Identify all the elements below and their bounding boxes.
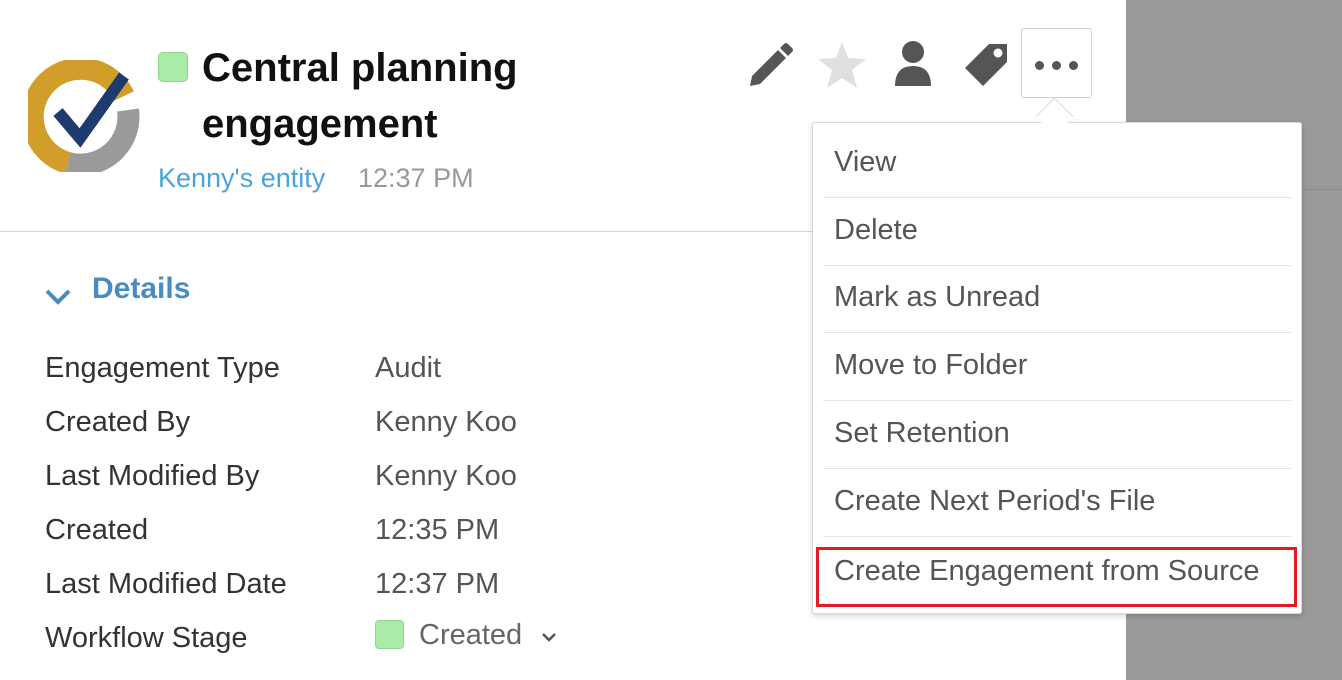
property-label: Created [45,514,149,546]
menu-item-label: Move to Folder [834,349,1028,381]
property-value: Kenny Koo [375,460,517,492]
menu-item-view[interactable]: View [823,131,1291,198]
menu-item-label: Mark as Unread [834,281,1041,313]
chevron-down-icon[interactable] [44,278,72,314]
more-icon [1035,61,1044,70]
workflow-status-indicator [375,620,404,649]
more-icon-dot [1069,61,1078,70]
more-icon-dot [1052,61,1061,70]
menu-item-create-next-period-file[interactable]: Create Next Period's File [823,470,1291,537]
menu-item-move-to-folder[interactable]: Move to Folder [823,334,1291,401]
more-options-menu: View Delete Mark as Unread Move to Folde… [812,122,1302,614]
menu-item-label: Create Next Period's File [834,485,1156,517]
pencil-icon[interactable] [746,40,794,88]
modified-time: 12:37 PM [358,163,474,193]
workflow-stage-dropdown[interactable]: Created [419,619,522,652]
title-line-1: Central planning [202,46,518,90]
property-value: Audit [375,352,442,384]
menu-item-label: Set Retention [834,417,1010,449]
property-label: Last Modified By [45,460,260,492]
chevron-down-icon[interactable] [540,630,558,644]
property-value: 12:37 PM [375,568,500,600]
menu-item-label: View [834,146,897,178]
entity-link[interactable]: Kenny's entity [158,163,325,194]
menu-item-delete[interactable]: Delete [823,199,1291,266]
tag-icon[interactable] [963,42,1009,88]
status-indicator [158,52,188,82]
user-icon[interactable] [893,40,933,88]
highlight-box [816,547,1297,607]
property-value: Kenny Koo [375,406,517,438]
engagement-logo-icon [28,60,140,172]
details-toggle[interactable]: Details [92,272,190,306]
property-label: Created By [45,406,191,438]
star-icon[interactable] [818,42,866,88]
menu-item-label: Delete [834,214,918,246]
more-options-button[interactable] [1021,28,1092,98]
menu-item-set-retention[interactable]: Set Retention [823,402,1291,469]
property-value: 12:35 PM [375,514,500,546]
header-divider [0,231,812,232]
title-line-2: engagement [202,102,438,146]
property-label: Workflow Stage [45,622,248,654]
menu-item-mark-as-unread[interactable]: Mark as Unread [823,266,1291,333]
property-label: Last Modified Date [45,568,287,600]
property-label: Engagement Type [45,352,280,384]
page-title: Central planning engagement [202,40,518,152]
